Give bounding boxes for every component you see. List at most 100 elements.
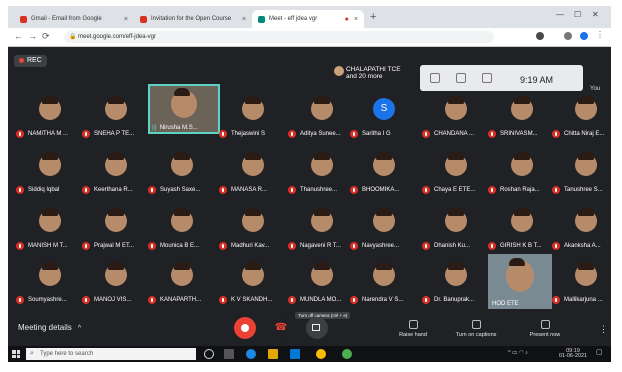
participant-tile[interactable]: ||| Nirusha M.S...	[148, 84, 220, 134]
recording-dot-icon: ●	[344, 15, 349, 23]
participant-tile[interactable]: Prajwal M ET...	[82, 206, 150, 256]
account-avatar[interactable]	[580, 32, 588, 40]
participant-tile[interactable]: Navyashree...	[350, 206, 418, 256]
tray-date: 01-06-2021	[558, 353, 588, 359]
raise-hand-button[interactable]: Raise hand	[388, 320, 438, 338]
avatar	[242, 262, 264, 286]
participant-tile[interactable]: Keerthana R...	[82, 150, 150, 200]
participant-tile[interactable]: Dhanish Ku...	[422, 206, 490, 256]
participant-tile[interactable]: Roshan Raja...	[488, 150, 556, 200]
participant-tile[interactable]: MANASA R...	[219, 150, 287, 200]
captions-label: Turn on captions	[455, 332, 497, 338]
notifications-icon[interactable]: ▢	[596, 349, 603, 356]
participant-tile[interactable]: SRINIVASM...	[488, 94, 556, 144]
browser-menu-icon[interactable]: ⋮	[596, 30, 604, 39]
participant-name-row: Dhanish Ku...	[422, 242, 470, 250]
mic-off-icon	[219, 130, 227, 138]
mic-off-icon	[552, 186, 560, 194]
chrome-icon[interactable]	[316, 349, 326, 359]
participant-tile[interactable]: Suyash Saxe...	[148, 150, 216, 200]
participant-name: Soumyashre...	[28, 297, 67, 303]
close-icon[interactable]: ×	[354, 16, 358, 23]
minimize-icon[interactable]: —	[556, 10, 564, 19]
participant-name: MUNDLA MO...	[300, 297, 342, 303]
mic-off-icon	[16, 186, 24, 194]
more-options-icon[interactable]: ⋮	[599, 324, 608, 335]
participant-name: Suyash Saxe...	[160, 187, 201, 193]
participant-tile[interactable]: BHOOMIKA...	[350, 150, 418, 200]
file-explorer-icon[interactable]	[268, 349, 278, 359]
mic-off-icon	[422, 186, 430, 194]
participant-tile[interactable]: Chitta Niraj E...	[552, 94, 611, 144]
task-view-icon[interactable]	[224, 349, 234, 359]
new-tab-icon[interactable]: +	[370, 11, 376, 23]
participant-tile[interactable]: Chaya E ETE...	[422, 150, 490, 200]
edge-icon[interactable]	[246, 349, 256, 359]
mic-toggle-button[interactable]	[234, 317, 256, 339]
close-icon[interactable]: ×	[242, 16, 246, 23]
mic-off-icon	[288, 296, 296, 304]
people-icon[interactable]	[430, 73, 440, 83]
chat-icon[interactable]	[456, 73, 466, 83]
participant-tile[interactable]: MANOJ VIS...	[82, 260, 150, 310]
participant-name-row: Thejaswini S	[219, 130, 265, 138]
participant-tile[interactable]: Thanushree...	[288, 150, 356, 200]
participant-tile[interactable]: Akanksha A...	[552, 206, 611, 256]
app-icon[interactable]	[342, 349, 352, 359]
participant-tile[interactable]: Dr. Banuprak...	[422, 260, 490, 310]
profile-icon[interactable]	[564, 32, 572, 40]
participant-name-row: Chitta Niraj E...	[552, 130, 604, 138]
captions-button[interactable]: Turn on captions	[446, 320, 506, 338]
present-now-button[interactable]: Present now	[520, 320, 570, 338]
avatar	[575, 262, 597, 286]
participant-name: Prajwal M ET...	[94, 243, 135, 249]
tab-title: Gmail - Email from Google	[31, 16, 102, 22]
participant-tile[interactable]: Thejaswini S	[219, 94, 287, 144]
tray-clock[interactable]: 09:19 01-06-2021	[556, 348, 590, 359]
participant-tile[interactable]: GIRISH K B T...	[488, 206, 556, 256]
reload-icon[interactable]: ⟳	[42, 31, 50, 42]
close-icon[interactable]: ×	[124, 16, 128, 23]
participant-tile[interactable]: MUNDLA MO...	[288, 260, 356, 310]
camera-toggle-button[interactable]	[306, 317, 328, 339]
close-window-icon[interactable]: ✕	[592, 10, 599, 19]
participant-name: Mallikarjuna ...	[564, 297, 603, 303]
meeting-details-button[interactable]: Meeting details ^	[18, 323, 81, 332]
participant-tile[interactable]: Tanushree S...	[552, 150, 611, 200]
participant-tile[interactable]: Soumyashre...	[16, 260, 84, 310]
browser-tab-invitation[interactable]: Invitation for the Open Course ×	[134, 10, 252, 28]
participant-tile[interactable]: Nagaveni R T...	[288, 206, 356, 256]
participant-name: Narendra V S...	[362, 297, 404, 303]
forward-icon[interactable]: →	[28, 31, 37, 41]
browser-tab-meet[interactable]: Meet - eff jdea vgr ● ×	[252, 10, 364, 28]
avatar	[445, 96, 467, 120]
participant-tile[interactable]: MANISH M T...	[16, 206, 84, 256]
browser-tab-gmail[interactable]: Gmail - Email from Google ×	[14, 10, 134, 28]
taskbar-search[interactable]: ⌕ Type here to search	[26, 348, 196, 360]
avatar	[39, 262, 61, 286]
participant-tile[interactable]: NAMITHA M ...	[16, 94, 84, 144]
participant-tile[interactable]: HOD ETE	[488, 254, 552, 310]
back-icon[interactable]: ←	[14, 31, 23, 41]
url-field[interactable]: 🔒 meet.google.com/eff-jdea-vgr	[64, 31, 494, 43]
participant-tile[interactable]: Mallikarjuna ...	[552, 260, 611, 310]
participant-name: MANOJ VIS...	[94, 297, 132, 303]
participant-tile[interactable]: CHANDANA ...	[422, 94, 490, 144]
participant-tile[interactable]: Madhuri Kav...	[219, 206, 287, 256]
participant-tile[interactable]: K V SKANDH...	[219, 260, 287, 310]
cortana-icon[interactable]	[204, 349, 214, 359]
activities-icon[interactable]	[482, 73, 492, 83]
maximize-icon[interactable]: ☐	[574, 10, 581, 19]
extension-icon[interactable]	[536, 32, 544, 40]
participant-tile[interactable]: Aditya Sunee...	[288, 94, 356, 144]
participant-tile[interactable]: Narendra V S...	[350, 260, 418, 310]
participant-tile[interactable]: KANAPARTH...	[148, 260, 216, 310]
present-label: Present now	[529, 332, 561, 338]
participant-tile[interactable]: SNEHA P TE...	[82, 94, 150, 144]
leave-call-button[interactable]: ☎	[270, 317, 292, 339]
participant-tile[interactable]: S Saritha I G	[350, 94, 418, 144]
windows-start-icon[interactable]	[12, 350, 20, 358]
participant-tile[interactable]: Siddiq Iqbal	[16, 150, 84, 200]
participant-tile[interactable]: Mounica B E...	[148, 206, 216, 256]
store-icon[interactable]	[290, 349, 300, 359]
